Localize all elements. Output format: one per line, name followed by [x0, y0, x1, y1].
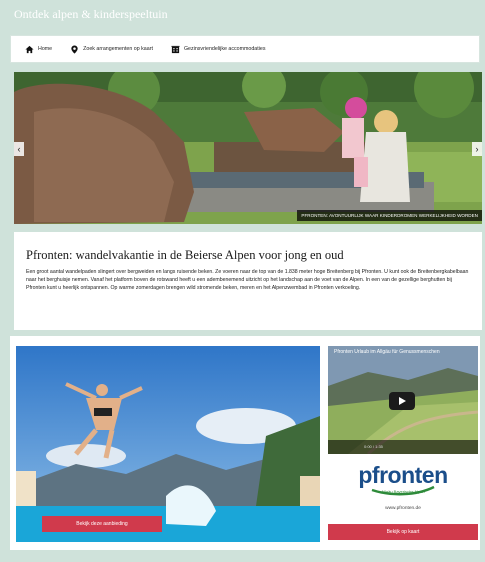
- play-button[interactable]: [389, 392, 415, 410]
- hero-prev-button[interactable]: ‹: [14, 142, 24, 156]
- nav-map-search-label: Zoek arrangementen op kaart: [83, 46, 153, 52]
- home-icon: [25, 45, 34, 53]
- site-title: Ontdek alpen & kinderspeeltuin: [14, 7, 168, 21]
- pool-photo: [16, 346, 320, 542]
- nav-map-search[interactable]: Zoek arrangementen op kaart: [70, 44, 153, 54]
- building-icon: [171, 45, 180, 53]
- article-body: Een groot aantal wandelpaden slingert ov…: [26, 269, 469, 292]
- logo-swoosh: Allgäu Bayerische Alpen: [371, 485, 435, 496]
- video-time: 0:00 / 1:35: [364, 444, 383, 449]
- nav-home-label: Home: [38, 46, 53, 52]
- site-url[interactable]: www.pfronten.de: [328, 506, 478, 511]
- hero-photo: [14, 72, 482, 224]
- video-player[interactable]: Pfronten Urlaub im Allgäu für Genussmens…: [328, 346, 478, 454]
- nav-home[interactable]: Home: [25, 45, 52, 54]
- hero-slideshow: ‹ › PFRONTEN: AVONTUURLIJK WAAR KINDERDR…: [14, 72, 482, 224]
- promo-section: Bekijk deze aanbieding Pfronten Urlaub i…: [10, 336, 480, 550]
- video-title: Pfronten Urlaub im Allgäu für Genussmens…: [334, 349, 440, 355]
- view-offer-button[interactable]: Bekijk deze aanbieding: [42, 516, 162, 532]
- article-section: Pfronten: wandelvakantie in de Beierse A…: [14, 232, 482, 330]
- article-title: Pfronten: wandelvakantie in de Beierse A…: [26, 248, 344, 262]
- hero-caption: PFRONTEN: AVONTUURLIJK WAAR KINDERDROMEN…: [297, 210, 482, 221]
- logo-tagline: Allgäu Bayerische Alpen: [381, 489, 424, 494]
- pin-icon: [71, 44, 78, 54]
- main-navigation: Home Zoek arrangementen op kaart Gezinsv…: [10, 35, 480, 63]
- pool-promo: Bekijk deze aanbieding: [16, 346, 320, 542]
- nav-accommodations[interactable]: Gezinsvriendelijke accommodaties: [171, 45, 266, 54]
- hero-next-button[interactable]: ›: [472, 142, 482, 156]
- pfronten-sidecard: Pfronten Urlaub im Allgäu für Genussmens…: [328, 346, 478, 542]
- video-controls[interactable]: 0:00 / 1:35: [328, 440, 478, 454]
- view-on-map-button[interactable]: Bekijk op kaart: [328, 524, 478, 540]
- nav-accommodations-label: Gezinsvriendelijke accommodaties: [183, 46, 266, 52]
